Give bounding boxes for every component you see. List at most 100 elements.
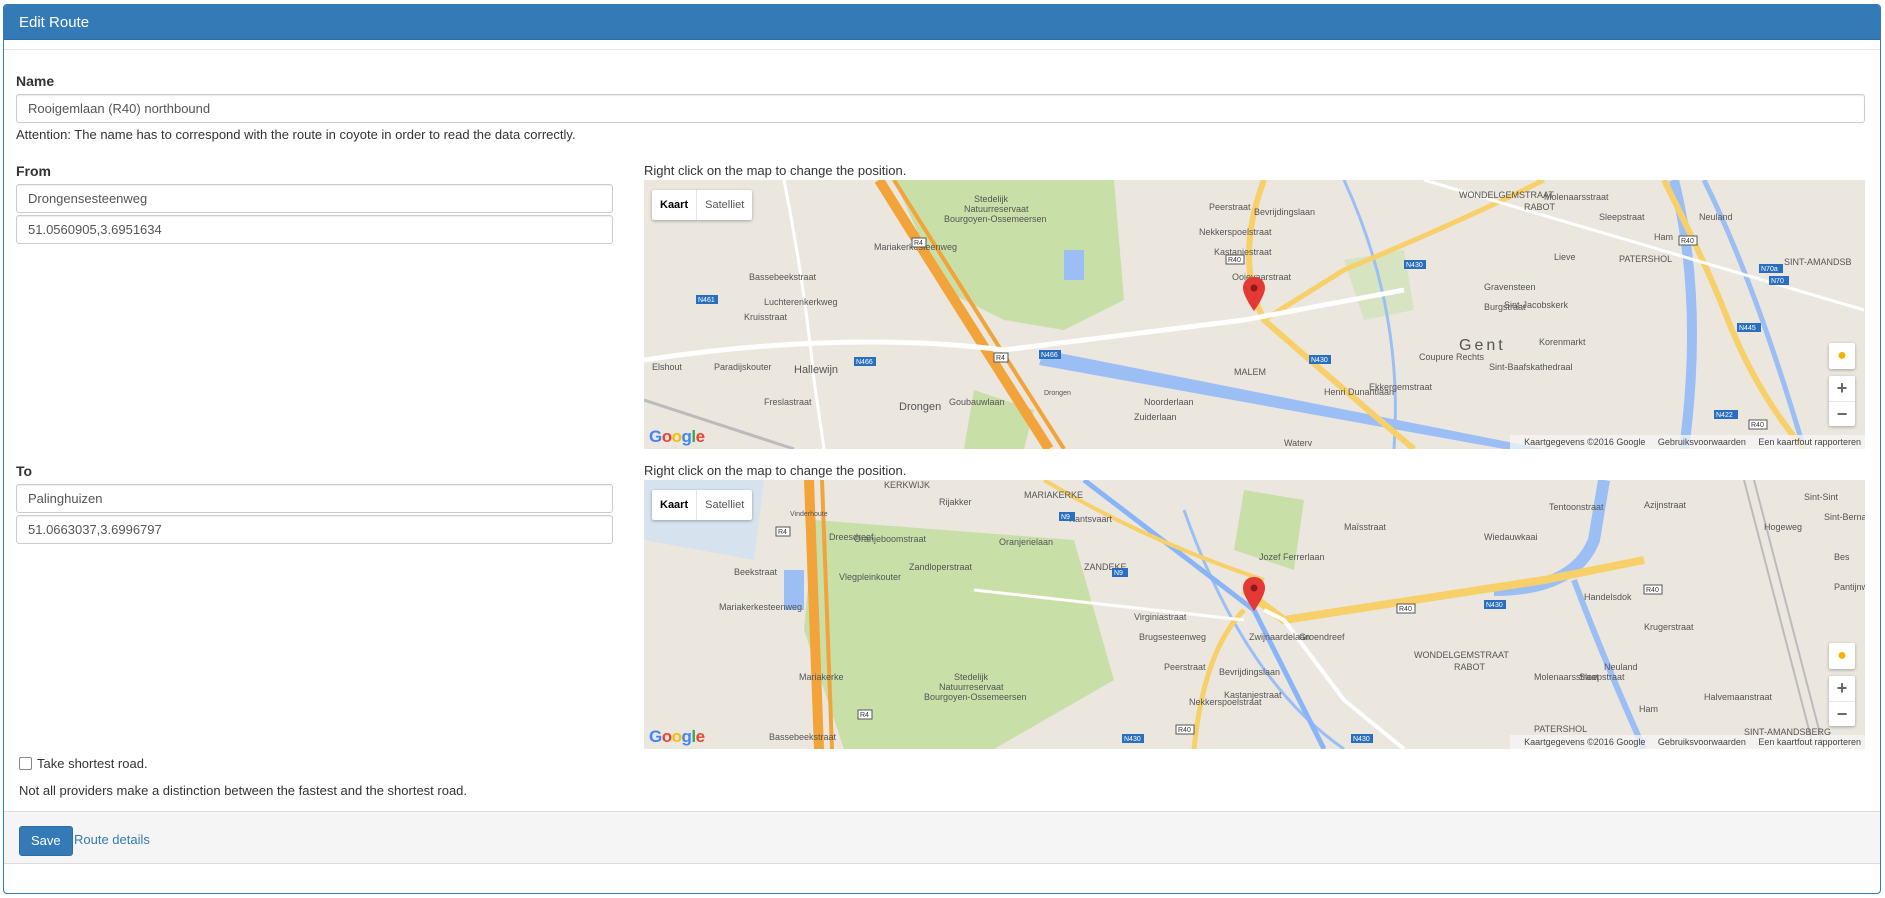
map-label: Jozef Ferrerlaan bbox=[1259, 552, 1325, 562]
map-type-control: Kaart Satelliet bbox=[652, 190, 753, 220]
from-address-input[interactable]: Drongensesteenweg bbox=[16, 184, 613, 213]
map-label: Bevrijdingslaan bbox=[1219, 667, 1280, 677]
road-shield: R40 bbox=[1178, 727, 1191, 734]
map-label: Noorderlaan bbox=[1144, 397, 1194, 407]
name-label: Name bbox=[16, 73, 55, 89]
road-shield: N9 bbox=[1114, 570, 1123, 577]
map-label: Paradijskouter bbox=[714, 362, 772, 372]
map-label: Nekkerspoelstraat bbox=[1189, 697, 1262, 707]
road-shield: R40 bbox=[1399, 606, 1412, 613]
map-label: Elshout bbox=[652, 362, 683, 372]
road-shield: N430 bbox=[1124, 736, 1141, 743]
zoom-out-button[interactable]: − bbox=[1829, 401, 1855, 426]
map-label: Freslastraat bbox=[764, 397, 812, 407]
map-label: RABOT bbox=[1454, 662, 1486, 672]
map-label: Gravensteen bbox=[1484, 282, 1536, 292]
map-label: Wiedauwkaai bbox=[1484, 532, 1538, 542]
road-shield: N461 bbox=[698, 297, 715, 304]
map-label: Lieve bbox=[1554, 252, 1576, 262]
road-shield: N430 bbox=[1486, 602, 1503, 609]
map-label: PATERSHOL bbox=[1619, 254, 1672, 264]
map-label: PATERSHOL bbox=[1534, 724, 1587, 734]
save-button[interactable]: Save bbox=[19, 826, 73, 856]
road-shield: R4 bbox=[914, 240, 923, 247]
map-label: Molenaarsstraat bbox=[1544, 192, 1609, 202]
map-type-satellite-button[interactable]: Satelliet bbox=[696, 190, 752, 220]
shortest-road-option[interactable]: Take shortest road. bbox=[19, 756, 148, 771]
from-coords-input[interactable]: 51.0560905,3.6951634 bbox=[16, 215, 613, 244]
to-coords-input[interactable]: 51.0663037,3.6996797 bbox=[16, 515, 613, 544]
from-map[interactable]: Stedelijk Natuurreservaat Bourgoyen-Osse… bbox=[644, 180, 1865, 449]
map-label: Sint-Bernard bbox=[1824, 512, 1865, 522]
map-type-map-button[interactable]: Kaart bbox=[652, 190, 696, 220]
map-label: Mariakerke bbox=[799, 672, 844, 682]
map-label: Mariakerkesteenweg bbox=[719, 602, 802, 612]
panel-footer: Save Route details bbox=[4, 811, 1880, 864]
road-shield: N9 bbox=[1061, 514, 1070, 521]
from-map-hint: Right click on the map to change the pos… bbox=[644, 163, 907, 178]
map-label: Peerstraat bbox=[1164, 662, 1206, 672]
map-label: Kantsvaart bbox=[1069, 514, 1113, 524]
map-label: MARIAKERKE bbox=[1024, 490, 1083, 500]
report-error-link[interactable]: Een kaartfout rapporteren bbox=[1758, 437, 1861, 447]
road-shield: N466 bbox=[856, 359, 873, 366]
map-label: Brugsesteenweg bbox=[1139, 632, 1206, 642]
map-label: Korenmarkt bbox=[1539, 337, 1586, 347]
to-label: To bbox=[16, 463, 33, 479]
map-label: Goubauwlaan bbox=[949, 397, 1005, 407]
terms-link[interactable]: Gebruiksvoorwaarden bbox=[1658, 737, 1746, 747]
map-attribution: Kaartgegevens ©2016 Google Gebruiksvoorw… bbox=[1510, 735, 1865, 749]
map-label: Coupure Rechts bbox=[1419, 352, 1485, 362]
map-label: Rijakker bbox=[939, 497, 972, 507]
map-label: Krugerstraat bbox=[1644, 622, 1694, 632]
map-label: Ham bbox=[1639, 704, 1658, 714]
map-label: Peerstraat bbox=[1209, 202, 1251, 212]
map-label: WONDELGEMSTRAAT bbox=[1459, 190, 1554, 200]
map-type-map-button[interactable]: Kaart bbox=[652, 490, 696, 520]
map-label: Burgstraat bbox=[1484, 302, 1526, 312]
map-label: Dreesdreef bbox=[829, 532, 874, 542]
location-marker-icon[interactable] bbox=[1243, 577, 1265, 611]
zoom-in-button[interactable]: + bbox=[1829, 676, 1855, 701]
to-map-hint: Right click on the map to change the pos… bbox=[644, 463, 907, 478]
map-label: Maïsstraat bbox=[1344, 522, 1387, 532]
map-label: Beekstraat bbox=[734, 567, 778, 577]
map-label: Halvemaanstraat bbox=[1704, 692, 1773, 702]
map-label: Zuiderlaan bbox=[1134, 412, 1177, 422]
map-label: WONDELGEMSTRAAT bbox=[1414, 650, 1509, 660]
map-label: Drongen bbox=[1044, 390, 1071, 397]
report-error-link[interactable]: Een kaartfout rapporteren bbox=[1758, 737, 1861, 747]
road-shield: N70 bbox=[1771, 278, 1784, 285]
zoom-in-button[interactable]: + bbox=[1829, 376, 1855, 401]
shortest-road-note: Not all providers make a distinction bet… bbox=[19, 783, 468, 798]
map-label: Groendreef bbox=[1299, 632, 1345, 642]
to-map[interactable]: KERKWIJK MARIAKERKE Vinderhoute ZANDEKE … bbox=[644, 480, 1865, 749]
map-data-credit: Kaartgegevens ©2016 Google bbox=[1524, 737, 1646, 747]
route-details-link[interactable]: Route details bbox=[74, 832, 150, 847]
map-label: SINT-AMANDSB bbox=[1784, 257, 1852, 267]
road-shield: N430 bbox=[1311, 357, 1328, 364]
pegman-icon[interactable]: ● bbox=[1829, 643, 1855, 669]
from-label: From bbox=[16, 163, 51, 179]
map-type-satellite-button[interactable]: Satelliet bbox=[696, 490, 752, 520]
zoom-out-button[interactable]: − bbox=[1829, 701, 1855, 726]
shortest-road-checkbox[interactable] bbox=[19, 757, 32, 770]
location-marker-icon[interactable] bbox=[1243, 277, 1265, 311]
map-label: Sint-Sint bbox=[1804, 492, 1839, 502]
map-label: Natuurreservaat bbox=[939, 682, 1004, 692]
road-shield: R40 bbox=[1681, 238, 1694, 245]
route-name-input[interactable]: Rooigemlaan (R40) northbound bbox=[16, 94, 1865, 123]
map-label: Sint-Baafskathedraal bbox=[1489, 362, 1573, 372]
map-label: Ekkergemstraat bbox=[1369, 382, 1433, 392]
terms-link[interactable]: Gebruiksvoorwaarden bbox=[1658, 437, 1746, 447]
pegman-icon[interactable]: ● bbox=[1829, 343, 1855, 369]
edit-route-panel: Edit Route Name Rooigemlaan (R40) northb… bbox=[3, 4, 1881, 894]
map-label: Neuland bbox=[1699, 212, 1733, 222]
map-label: Azijnstraat bbox=[1644, 500, 1687, 510]
to-address-input[interactable]: Palinghuizen bbox=[16, 484, 613, 513]
map-label: KERKWIJK bbox=[884, 480, 930, 490]
road-shield: N445 bbox=[1739, 325, 1756, 332]
from-map-canvas: Stedelijk Natuurreservaat Bourgoyen-Osse… bbox=[644, 180, 1865, 449]
name-help-text: Attention: The name has to correspond wi… bbox=[16, 127, 576, 142]
shortest-road-label[interactable]: Take shortest road. bbox=[37, 756, 148, 771]
